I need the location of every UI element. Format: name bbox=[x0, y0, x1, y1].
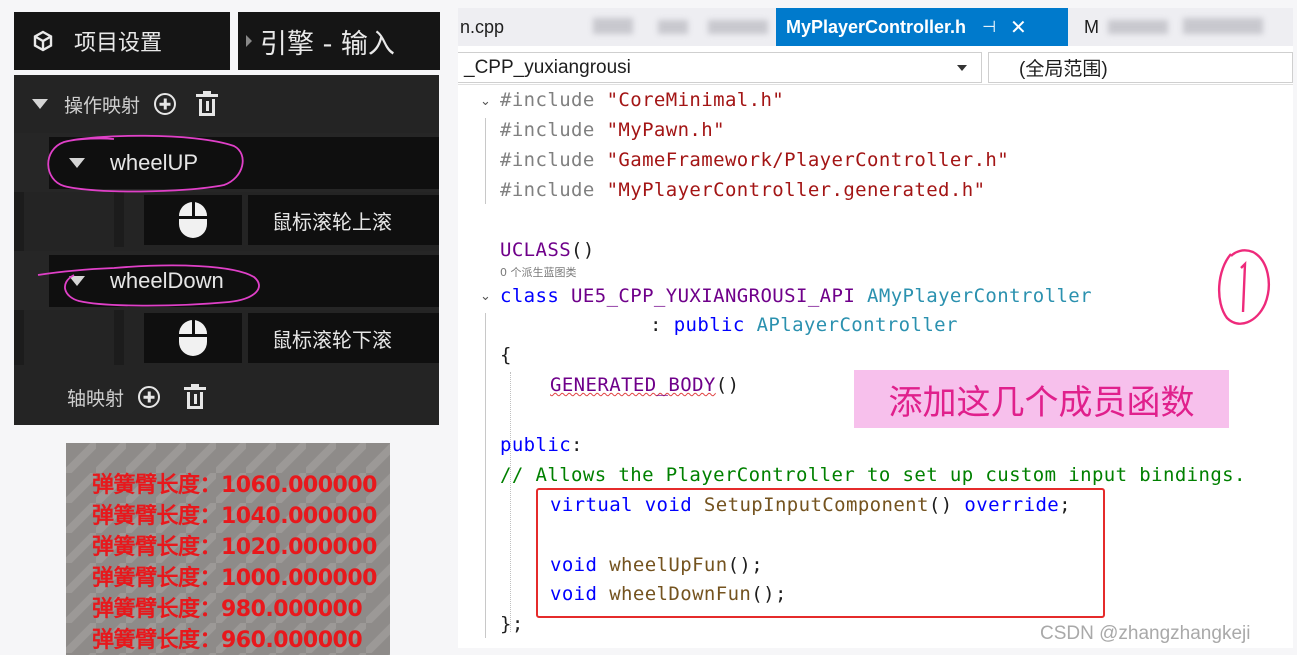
axis-mappings-header: 轴映射 bbox=[14, 369, 439, 425]
collapse-arrow-icon[interactable] bbox=[32, 99, 48, 109]
annotation-note: 添加这几个成员函数 bbox=[854, 370, 1229, 428]
key-binding-row-wheelup: 鼠标滚轮上滚 bbox=[14, 192, 439, 247]
action-mappings-label: 操作映射 bbox=[64, 94, 141, 117]
handwritten-circle-wheeldown bbox=[37, 264, 260, 307]
debug-message-area: 弹簧臂长度：1060.000000 弹簧臂长度：1040.000000 弹簧臂长… bbox=[66, 443, 390, 655]
code-editor-window: n.cpp MyPlayerController.h ⊣ ✕ M _CPP_yu… bbox=[458, 8, 1293, 648]
key-name-label[interactable]: 鼠标滚轮上滚 bbox=[248, 195, 439, 245]
tab-engine-input[interactable]: 引擎 - 输入 bbox=[238, 12, 440, 70]
tab-engine-input-label: 引擎 - 输入 bbox=[260, 28, 395, 60]
key-binding-row-wheeldown: 鼠标滚轮下滚 bbox=[14, 310, 439, 365]
debug-line: 弹簧臂长度：1040.000000 bbox=[92, 504, 377, 529]
code-line: class UE5_CPP_YUXIANGROUSI_API AMyPlayer… bbox=[500, 285, 1092, 307]
debug-line: 弹簧臂长度：960.000000 bbox=[92, 628, 363, 653]
code-line: #include "MyPlayerController.generated.h… bbox=[500, 179, 986, 201]
debug-line: 弹簧臂长度：1020.000000 bbox=[92, 535, 377, 560]
tab-other-file-label: M bbox=[1084, 16, 1099, 37]
tab-project-settings-label: 项目设置 bbox=[74, 31, 163, 56]
handwritten-circle-wheelup bbox=[47, 134, 244, 193]
key-selector-button[interactable] bbox=[144, 313, 242, 363]
highlight-box bbox=[536, 488, 1105, 618]
document-tab-bar: n.cpp MyPlayerController.h ⊣ ✕ M bbox=[458, 8, 1293, 46]
global-scope-dropdown[interactable]: (全局范围) bbox=[988, 52, 1293, 83]
tab-cpp-file-label: n.cpp bbox=[460, 16, 505, 37]
project-scope-dropdown[interactable]: _CPP_yuxiangrousi bbox=[458, 52, 982, 83]
mouse-icon bbox=[179, 320, 207, 356]
settings-cube-icon bbox=[32, 30, 54, 52]
navigation-bar: _CPP_yuxiangrousi (全局范围) bbox=[458, 52, 1293, 85]
code-line: : public APlayerController bbox=[650, 314, 958, 336]
code-line: #include "GameFramework/PlayerController… bbox=[500, 149, 1010, 171]
tab-divider-arrow-icon bbox=[246, 35, 252, 47]
tab-cpp-file[interactable]: n.cpp bbox=[458, 8, 598, 46]
mouse-icon bbox=[179, 202, 207, 238]
delete-action-mappings-icon[interactable] bbox=[196, 91, 219, 116]
watermark: CSDN @zhangzhangkeji bbox=[1040, 623, 1251, 644]
pin-icon[interactable]: ⊣ bbox=[982, 17, 996, 37]
code-line: public: bbox=[500, 434, 583, 456]
global-scope-value: (全局范围) bbox=[1019, 59, 1108, 80]
debug-line: 弹簧臂长度：980.000000 bbox=[92, 597, 363, 622]
codelens-derived-classes[interactable]: 0 个派生蓝图类 bbox=[500, 264, 577, 280]
code-line: GENERATED_BODY() bbox=[550, 374, 740, 396]
fold-toggle-icon[interactable]: ⌄ bbox=[480, 289, 491, 304]
key-selector-button[interactable] bbox=[144, 195, 242, 245]
tab-myplayercontroller-h[interactable]: MyPlayerController.h ⊣ ✕ bbox=[776, 8, 1068, 46]
tab-project-settings[interactable]: 项目设置 bbox=[14, 12, 230, 70]
add-axis-mapping-icon[interactable] bbox=[138, 386, 161, 408]
action-mappings-header: 操作映射 bbox=[14, 75, 439, 133]
active-tab-label: MyPlayerController.h bbox=[786, 16, 967, 37]
svg-text:①: ① bbox=[1213, 246, 1214, 247]
code-line: #include "MyPawn.h" bbox=[500, 119, 725, 141]
dropdown-arrow-icon bbox=[957, 65, 967, 71]
code-line: #include "CoreMinimal.h" bbox=[500, 89, 785, 111]
key-name-label[interactable]: 鼠标滚轮下滚 bbox=[248, 313, 439, 363]
code-line: UCLASS() bbox=[500, 239, 595, 261]
close-icon[interactable]: ✕ bbox=[1010, 15, 1027, 40]
add-action-mapping-icon[interactable] bbox=[154, 93, 177, 115]
debug-line: 弹簧臂长度：1060.000000 bbox=[92, 473, 377, 498]
code-line: }; bbox=[500, 613, 524, 635]
code-comment: // Allows the PlayerController to set up… bbox=[500, 464, 1246, 486]
project-scope-value: _CPP_yuxiangrousi bbox=[464, 56, 631, 78]
delete-axis-mappings-icon[interactable] bbox=[184, 384, 207, 409]
axis-mappings-label: 轴映射 bbox=[67, 387, 125, 410]
debug-line: 弹簧臂长度：1000.000000 bbox=[92, 566, 377, 591]
code-line: { bbox=[500, 344, 512, 366]
input-settings-panel: 操作映射 wheelUP 鼠标滚轮上滚 wheelDown 鼠标滚轮下滚 轴映射 bbox=[14, 75, 439, 425]
fold-toggle-icon[interactable]: ⌄ bbox=[480, 94, 491, 109]
handwritten-marker: ① bbox=[1213, 246, 1270, 325]
